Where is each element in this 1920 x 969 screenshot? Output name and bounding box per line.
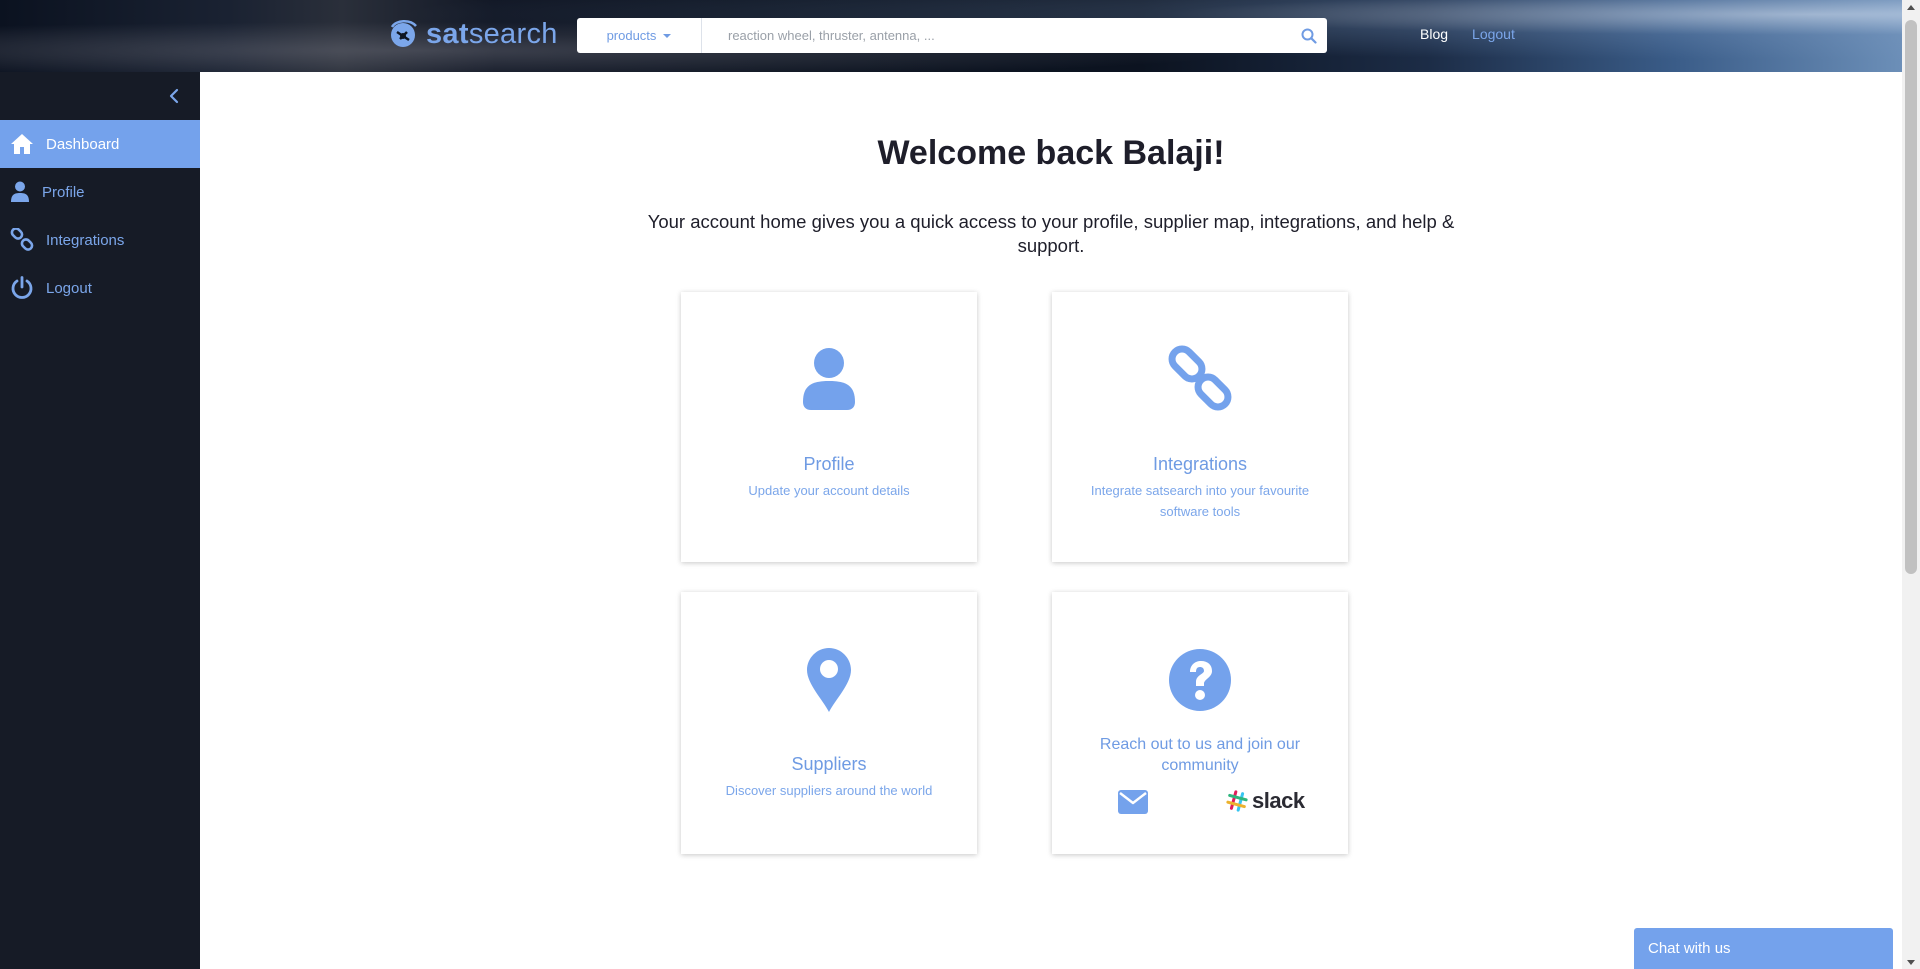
card-description: Integrate satsearch into your favourite … [1090, 483, 1310, 519]
scroll-up-icon[interactable] [1907, 5, 1915, 10]
sidebar-item-profile[interactable]: Profile [0, 168, 200, 216]
card-description: Update your account details [748, 483, 910, 498]
sidebar-nav: Dashboard Profile Integrations Logout [0, 120, 200, 312]
sidebar: Dashboard Profile Integrations Logout [0, 72, 200, 969]
profile-card[interactable]: Profile Update your account details [681, 292, 977, 562]
user-icon [2, 168, 38, 216]
card-title: Profile [803, 454, 855, 474]
envelope-icon [1118, 790, 1148, 814]
home-icon [2, 120, 42, 168]
sidebar-collapse-button[interactable] [164, 86, 184, 106]
satsearch-logo[interactable]: satsearch [386, 14, 558, 54]
header-links: Blog Logout [1420, 26, 1515, 42]
chevron-left-icon [169, 88, 179, 104]
satellite-logo-icon [390, 20, 417, 47]
search-input[interactable] [702, 18, 1291, 53]
link-icon [2, 216, 42, 264]
sidebar-item-label: Integrations [46, 231, 125, 249]
sidebar-item-label: Logout [46, 279, 92, 297]
search-button[interactable] [1291, 18, 1327, 53]
user-icon [681, 348, 977, 410]
page-title: Welcome back Balaji! [877, 134, 1225, 172]
email-button[interactable] [1118, 790, 1148, 814]
blog-link[interactable]: Blog [1420, 26, 1448, 42]
main-content: Welcome back Balaji! Your account home g… [200, 72, 1902, 969]
page-scrollbar[interactable] [1902, 0, 1920, 969]
link-icon [1052, 344, 1348, 412]
question-circle-icon [1052, 648, 1348, 712]
slack-label: slack [1252, 788, 1305, 813]
suppliers-card[interactable]: Suppliers Discover suppliers around the … [681, 592, 977, 854]
top-header: satsearch products Blog Logout [0, 0, 1902, 72]
map-marker-icon [681, 648, 977, 712]
slack-logo-icon [1226, 790, 1248, 812]
search-type-label: products [606, 28, 657, 43]
contact-row: slack [1052, 786, 1348, 816]
sidebar-item-label: Profile [42, 183, 85, 201]
integrations-card[interactable]: Integrations Integrate satsearch into yo… [1052, 292, 1348, 562]
power-icon [2, 264, 42, 312]
card-title: Reach out to us and join our community [1099, 736, 1301, 774]
slack-button[interactable]: slack [1226, 786, 1305, 816]
intro-text: Your account home gives you a quick acce… [647, 211, 1455, 256]
card-title: Suppliers [791, 754, 867, 774]
sidebar-item-dashboard[interactable]: Dashboard [0, 120, 200, 168]
search-type-dropdown[interactable]: products [577, 18, 702, 53]
scrollbar-thumb[interactable] [1905, 20, 1917, 574]
logo-wordmark: satsearch [426, 17, 558, 50]
sidebar-item-label: Dashboard [46, 135, 120, 153]
caret-down-icon [663, 33, 672, 38]
card-description: Discover suppliers around the world [725, 783, 933, 798]
search-icon [1301, 28, 1317, 44]
sidebar-item-logout[interactable]: Logout [0, 264, 200, 312]
header-logout-link[interactable]: Logout [1472, 26, 1515, 42]
help-card: Reach out to us and join our community s… [1052, 592, 1348, 854]
card-title: Integrations [1152, 454, 1248, 474]
chat-widget-button[interactable]: Chat with us [1634, 928, 1893, 969]
sidebar-item-integrations[interactable]: Integrations [0, 216, 200, 264]
scroll-down-icon[interactable] [1907, 960, 1915, 965]
search-bar: products [577, 18, 1327, 53]
